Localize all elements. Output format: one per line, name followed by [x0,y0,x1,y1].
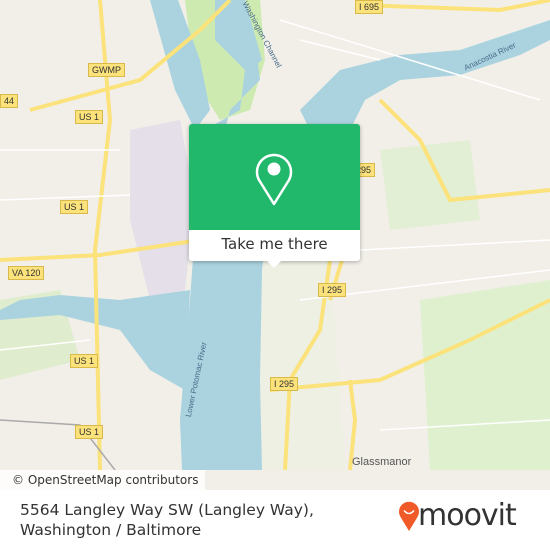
popup-pointer [266,260,282,268]
place-label: Glassmanor [352,456,412,468]
address-text: 5564 Langley Way SW (Langley Way), Washi… [20,501,314,539]
road-label: US 1 [75,425,104,439]
road-label: US 1 [60,200,89,214]
map-pin-icon [255,153,293,206]
road-label: US 1 [70,354,99,368]
popup: Take me there [189,124,360,268]
road-label: I 695 [355,0,384,14]
attribution[interactable]: © OpenStreetMap contributors [0,470,205,490]
popup-header [189,124,360,230]
moovit-pin-icon [399,501,419,531]
moovit-wordmark: moovit [418,498,517,533]
road-label: US 1 [75,110,104,124]
road-label: GWMP [88,63,125,77]
moovit-logo[interactable]: moovit [398,498,538,540]
take-me-there-button[interactable]: Take me there [189,230,360,261]
footer: 5564 Langley Way SW (Langley Way), Washi… [0,490,550,550]
road-label: I 295 [318,283,347,297]
map[interactable]: I 695 GWMP 44 US 1 US 1 US 1 US 1 VA 120… [0,0,550,490]
road-label: VA 120 [8,266,45,280]
road-label: 44 [0,94,19,108]
road-label: I 295 [270,377,299,391]
